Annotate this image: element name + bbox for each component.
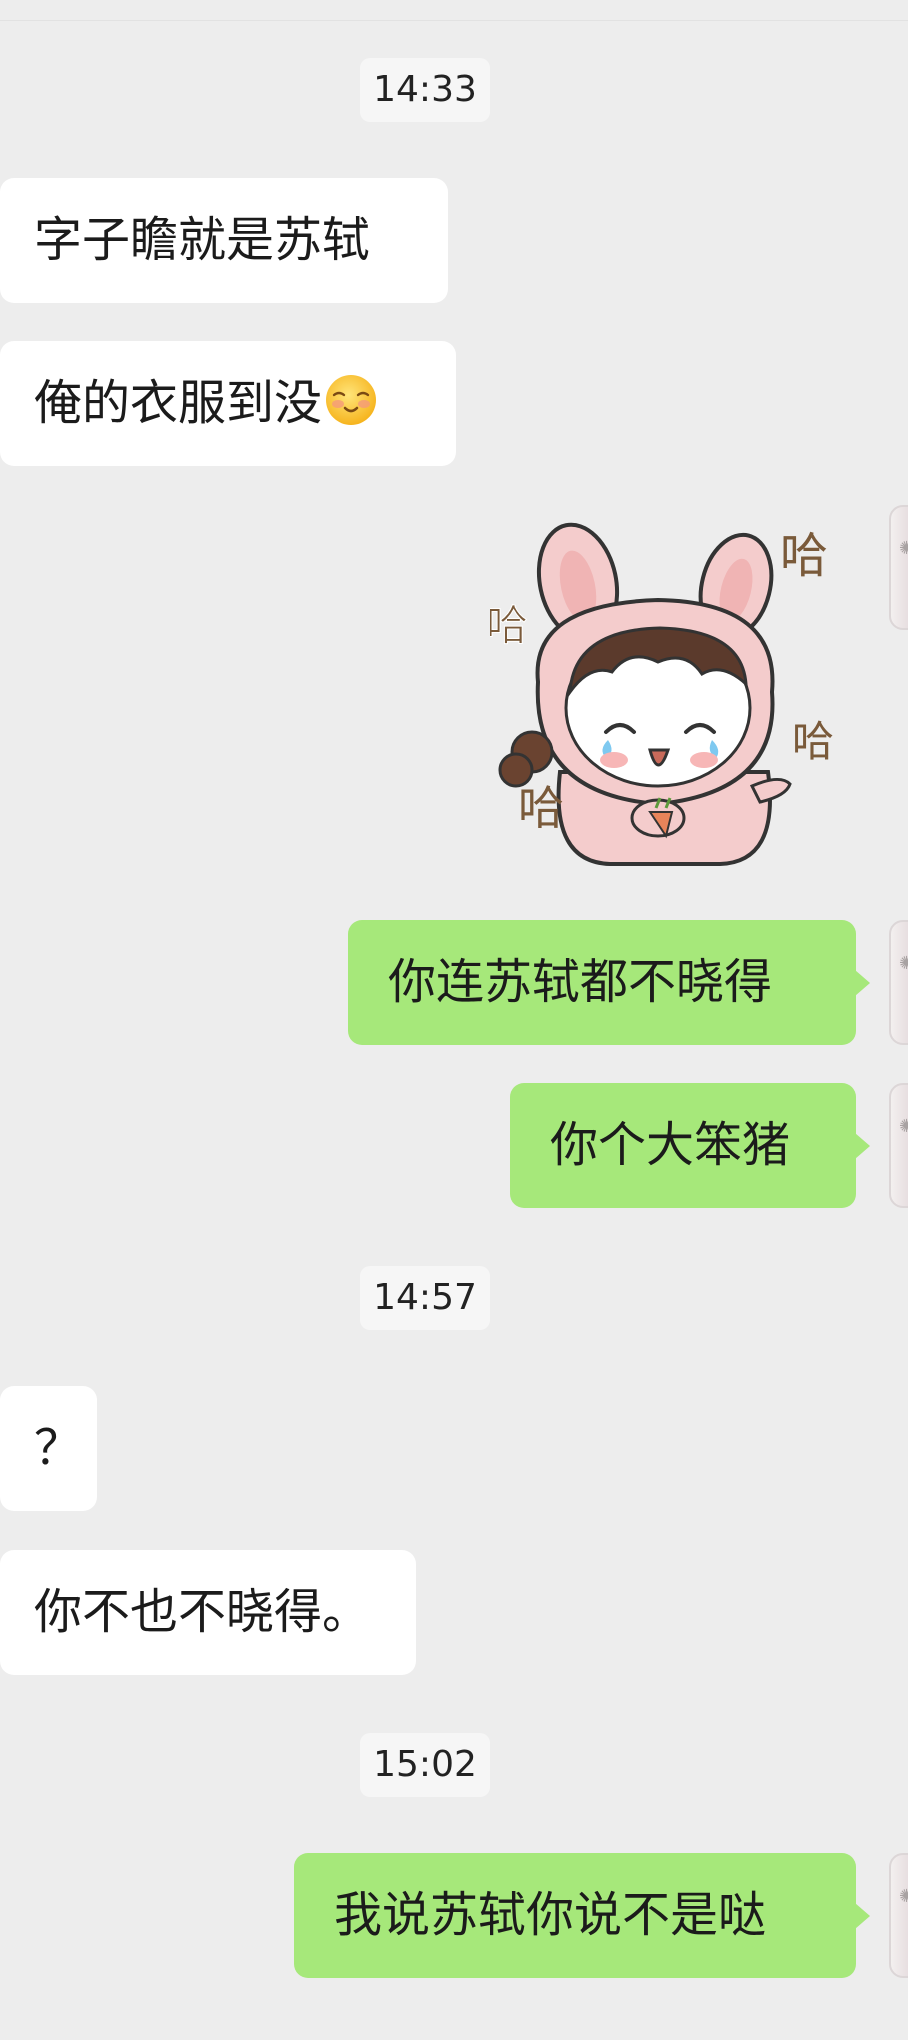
sticker-ha-text: 哈: [792, 717, 834, 766]
message-text: 俺的衣服到没: [34, 375, 323, 431]
outgoing-message-bubble[interactable]: 我说苏轼你说不是哒: [294, 1853, 870, 1978]
sticker-ha-text: 哈: [518, 781, 564, 835]
incoming-message-bubble[interactable]: 俺的衣服到没: [0, 341, 456, 466]
avatar[interactable]: ✺: [889, 1853, 908, 1978]
bunny-hat-girl-laughing-sticker[interactable]: 哈 哈 哈 哈: [490, 512, 854, 874]
blushing-smile-emoji-icon: [326, 375, 377, 425]
message-text: 你不也不晓得。: [34, 1584, 371, 1640]
message-text: ？: [34, 1420, 83, 1476]
message-text: 你个大笨猪: [550, 1117, 791, 1173]
incoming-message-bubble[interactable]: ？: [0, 1386, 97, 1511]
sticker-ha-text: 哈: [780, 528, 828, 584]
incoming-message-bubble[interactable]: 你不也不晓得。: [0, 1550, 416, 1675]
timestamp: 15:02: [360, 1733, 490, 1797]
incoming-message-bubble[interactable]: 字子瞻就是苏轼: [0, 178, 448, 303]
message-text: 你连苏轼都不晓得: [388, 954, 773, 1010]
timestamp: 14:33: [360, 58, 490, 122]
avatar-pattern-icon: ✺: [899, 538, 908, 559]
timestamp: 14:57: [360, 1266, 490, 1330]
avatar-pattern-icon: ✺: [899, 1116, 908, 1137]
message-text: 字子瞻就是苏轼: [34, 212, 371, 268]
top-divider: [0, 20, 908, 21]
sticker-ha-text: 哈: [490, 601, 528, 650]
message-text: 我说苏轼你说不是哒: [334, 1887, 767, 1943]
outgoing-message-bubble[interactable]: 你连苏轼都不晓得: [348, 920, 870, 1045]
avatar-pattern-icon: ✺: [899, 1886, 908, 1907]
outgoing-message-bubble[interactable]: 你个大笨猪: [510, 1083, 870, 1208]
avatar[interactable]: ✺: [889, 920, 908, 1045]
avatar-pattern-icon: ✺: [899, 953, 908, 974]
avatar[interactable]: ✺: [889, 505, 908, 630]
avatar[interactable]: ✺: [889, 1083, 908, 1208]
